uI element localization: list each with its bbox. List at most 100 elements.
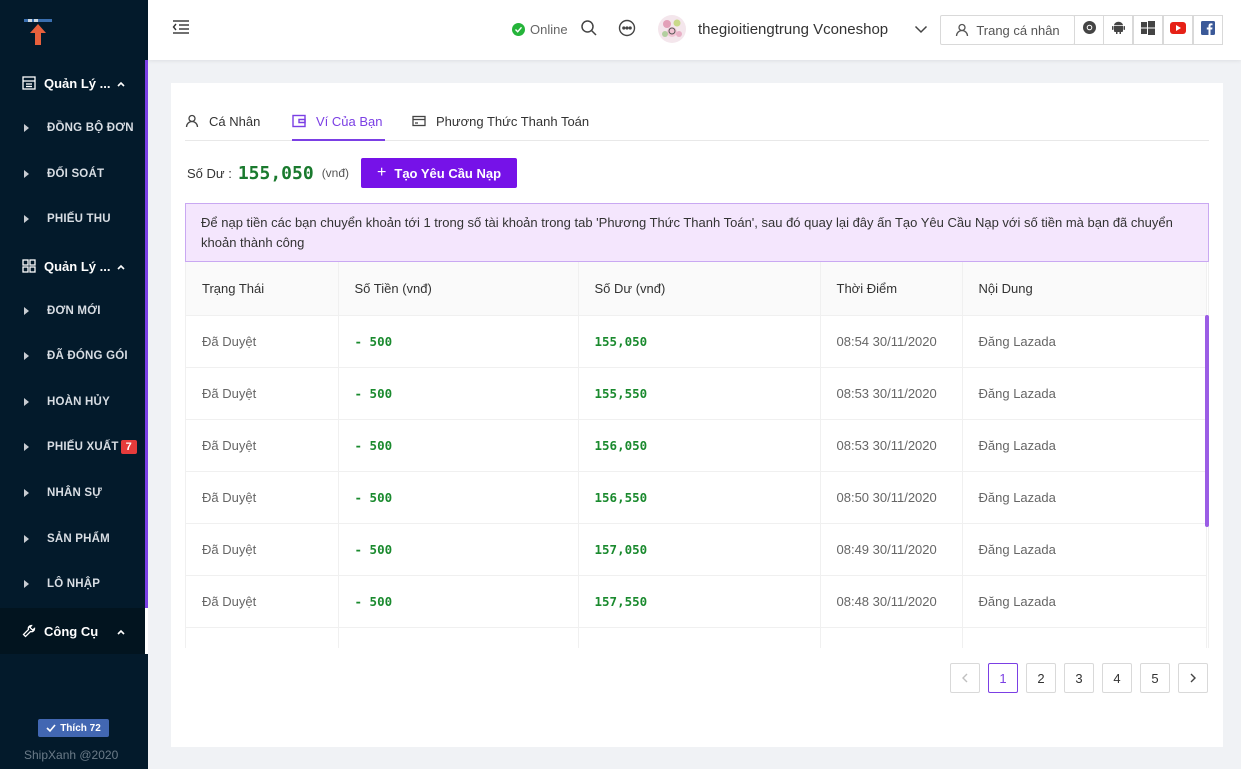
facebook-icon: [1201, 20, 1215, 40]
chrome-button[interactable]: [1074, 15, 1104, 45]
cell-balance: 155,050: [578, 315, 821, 368]
plus-icon: +: [377, 164, 387, 181]
pagination-page-2[interactable]: 2: [1026, 663, 1056, 693]
search-icon[interactable]: [580, 19, 598, 37]
facebook-like-button[interactable]: Thích 72: [38, 719, 109, 737]
tab-label: Ví Của Bạn: [316, 113, 383, 129]
youtube-button[interactable]: [1163, 15, 1193, 45]
android-button[interactable]: [1103, 15, 1133, 45]
cell-time: 08:54 30/11/2020: [820, 315, 963, 368]
tab-phuong-thuc-thanh-toan[interactable]: Phương Thức Thanh Toán: [412, 111, 589, 131]
chat-icon[interactable]: [618, 19, 636, 37]
cell-time: 08:48 30/11/2020: [820, 575, 963, 628]
sidebar-item-label: NHÂN SỰ: [47, 487, 103, 499]
tab-label: Phương Thức Thanh Toán: [436, 113, 590, 129]
avatar[interactable]: [658, 15, 686, 43]
cell-content: Đăng Lazada: [962, 523, 1207, 576]
cell-content: Đăng Lazada: [962, 471, 1207, 524]
footer-copyright: ShipXanh @2020: [24, 748, 119, 762]
column-header-status: Trạng Thái: [186, 262, 339, 316]
menu-group-label: Công Cụ: [44, 623, 99, 639]
balance-row: Số Dư : 155,050 (vnđ) + Tạo Yêu Cầu Nạp: [187, 158, 518, 188]
table-row: Đã Duyệt - 500 157,550 08:48 30/11/2020 …: [186, 575, 1207, 628]
chevron-up-icon: [116, 625, 126, 635]
balance-label: Số Dư :: [187, 165, 232, 181]
profile-label: Trang cá nhân: [976, 22, 1060, 38]
pagination-page-3[interactable]: 3: [1064, 663, 1094, 693]
cell-status: Đã Duyệt: [186, 419, 339, 472]
cell-balance: 157,050: [578, 523, 821, 576]
table-scrollbar[interactable]: [1205, 315, 1209, 527]
cell-amount: - 500: [338, 471, 579, 524]
windows-button[interactable]: [1133, 15, 1163, 45]
tab-ca-nhan[interactable]: Cá Nhân: [185, 111, 260, 131]
like-label: Thích 72: [60, 722, 101, 734]
menu-group-quan-ly-1[interactable]: Quản Lý ...: [0, 60, 145, 106]
windows-icon: [1141, 20, 1155, 40]
table-header-row: Trạng Thái Số Tiền (vnđ) Số Dư (vnđ) Thờ…: [186, 262, 1207, 316]
caret-right-icon: [24, 170, 29, 178]
menu-group-quan-ly-2[interactable]: Quản Lý ...: [0, 243, 145, 289]
cell-status: Đã Duyệt: [186, 367, 339, 420]
chevron-up-icon: [116, 260, 126, 270]
cell-content: Đăng Lazada: [962, 575, 1207, 628]
username[interactable]: thegioitiengtrung Vconeshop: [698, 21, 888, 38]
sidebar-item-phieu-xuat[interactable]: PHIẾU XUẤT 7: [0, 425, 145, 469]
caret-right-icon: [24, 215, 29, 223]
caret-right-icon: [24, 124, 29, 132]
pagination-prev-button[interactable]: [950, 663, 980, 693]
cell-time: 08:50 30/11/2020: [820, 471, 963, 524]
sidebar-item-da-dong-goi[interactable]: ĐÃ ĐÓNG GÓI: [0, 334, 145, 378]
profile-button[interactable]: Trang cá nhân: [940, 15, 1075, 45]
grid-icon: [22, 259, 36, 273]
sidebar-item-label: SẢN PHẨM: [47, 533, 110, 545]
sidebar-item-label: ĐỐI SOÁT: [47, 168, 105, 180]
cell-balance: 155,550: [578, 367, 821, 420]
menu-group-cong-cu[interactable]: Công Cụ: [0, 608, 148, 654]
sidebar-item-phieu-thu[interactable]: PHIẾU THU: [0, 197, 145, 241]
pagination-page-4[interactable]: 4: [1102, 663, 1132, 693]
android-icon: [1111, 20, 1126, 40]
sidebar-item-nhan-su[interactable]: NHÂN SỰ: [0, 471, 145, 515]
table-row: Đã Duyệt - 500 156,550 08:50 30/11/2020 …: [186, 471, 1207, 524]
sidebar-item-dong-bo-don[interactable]: ĐỒNG BỘ ĐƠN: [0, 106, 145, 150]
status-label: Online: [530, 22, 568, 37]
wrench-icon: [22, 624, 36, 638]
cell-time: 08:53 30/11/2020: [820, 419, 963, 472]
table-row: Đã Duyệt - 500 155,050 08:54 30/11/2020 …: [186, 315, 1207, 368]
cell-status: Đã Duyệt: [186, 575, 339, 628]
caret-right-icon: [24, 352, 29, 360]
column-header-amount: Số Tiền (vnđ): [338, 262, 579, 316]
youtube-icon: [1170, 21, 1186, 39]
create-deposit-request-button[interactable]: + Tạo Yêu Cầu Nạp: [361, 158, 518, 188]
tab-vi-cua-ban[interactable]: Ví Của Bạn: [292, 111, 383, 131]
sidebar-item-don-moi[interactable]: ĐƠN MỚI: [0, 289, 145, 333]
menu-fold-icon[interactable]: [172, 18, 190, 36]
pagination-next-button[interactable]: [1178, 663, 1208, 693]
tab-label: Cá Nhân: [209, 113, 261, 129]
facebook-button[interactable]: [1193, 15, 1223, 45]
pagination-page-1[interactable]: 1: [988, 663, 1018, 693]
sidebar-item-lo-nhap[interactable]: LÔ NHẬP: [0, 562, 145, 606]
user-icon: [956, 23, 969, 37]
table-row: Đã Duyệt - 500 155,550 08:53 30/11/2020 …: [186, 367, 1207, 420]
cell-balance: 157,550: [578, 575, 821, 628]
chevron-down-icon[interactable]: [914, 22, 928, 36]
app-logo[interactable]: [24, 16, 52, 48]
cell-content: Đăng Lazada: [962, 419, 1207, 472]
check-circle-icon: [512, 23, 525, 36]
sidebar-item-san-pham[interactable]: SẢN PHẨM: [0, 517, 145, 561]
sidebar-active-indicator: [145, 60, 148, 610]
pagination-page-5[interactable]: 5: [1140, 663, 1170, 693]
chrome-icon: [1082, 20, 1097, 40]
table-row: Đã Duyệt - 500 157,050 08:49 30/11/2020 …: [186, 523, 1207, 576]
sidebar-item-doi-soat[interactable]: ĐỐI SOÁT: [0, 152, 145, 196]
caret-right-icon: [24, 443, 29, 451]
table-row: [186, 627, 1207, 648]
cell-status: Đã Duyệt: [186, 523, 339, 576]
top-header: Online thegioitiengtrung Vconeshop Trang…: [148, 0, 1241, 60]
check-icon: [46, 724, 56, 733]
sidebar-item-hoan-huy[interactable]: HOÀN HỦY: [0, 380, 145, 424]
sidebar: Quản Lý ... ĐỒNG BỘ ĐƠN ĐỐI SOÁT PHIẾU T…: [0, 0, 148, 769]
info-alert: Để nạp tiền các bạn chuyển khoản tới 1 t…: [185, 203, 1209, 262]
